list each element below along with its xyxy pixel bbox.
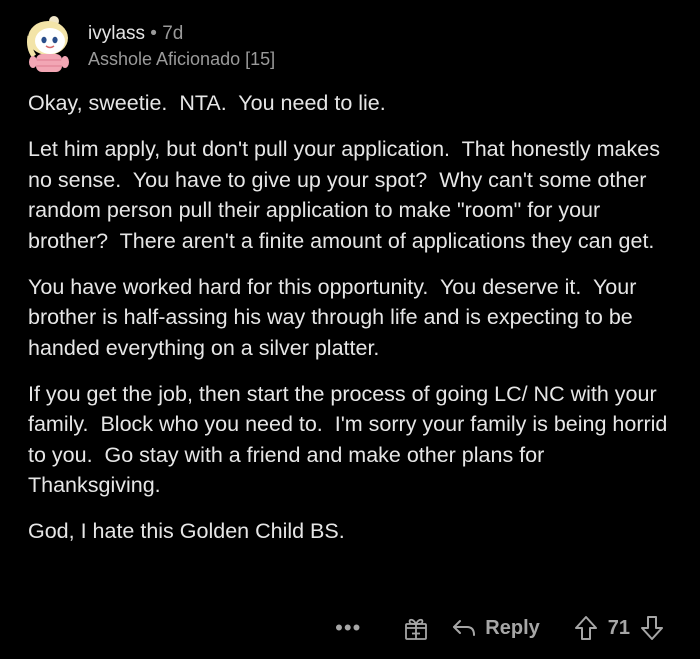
user-flair: Asshole Aficionado [15] [88,49,276,69]
comment-paragraph: If you get the job, then start the proce… [28,381,674,498]
more-options-icon[interactable]: ••• [335,617,361,639]
comment-actions: ••• Reply 71 [335,612,664,644]
snoo-avatar-icon[interactable] [20,12,78,76]
comment-paragraph: Let him apply, but don't pull your appli… [28,137,666,253]
comment-paragraph: God, I hate this Golden Child BS. [28,519,345,543]
meta-separator: • [150,23,157,44]
comment-meta: ivylass • 7d Asshole Aficionado [15] [88,12,275,71]
comment-header: ivylass • 7d Asshole Aficionado [15] [20,12,275,76]
comment-paragraph: Okay, sweetie. NTA. You need to lie. [28,91,386,115]
comment-body: Okay, sweetie. NTA. You need to lie. Let… [28,88,682,562]
reply-arrow-icon [453,620,476,636]
reply-button[interactable]: Reply [451,616,540,640]
upvote-arrow-icon[interactable] [574,615,598,641]
gift-award-icon[interactable] [403,615,429,641]
meta-top-line: ivylass • 7d [88,22,275,46]
downvote-arrow-icon[interactable] [640,615,664,641]
comment: ivylass • 7d Asshole Aficionado [15] Oka… [0,0,700,659]
comment-paragraph: You have worked hard for this opportunit… [28,274,643,360]
vote-controls: 71 [574,615,664,641]
username-link[interactable]: ivylass [88,23,145,44]
vote-score: 71 [607,616,630,639]
reply-label: Reply [485,616,540,639]
comment-age: 7d [162,23,184,44]
